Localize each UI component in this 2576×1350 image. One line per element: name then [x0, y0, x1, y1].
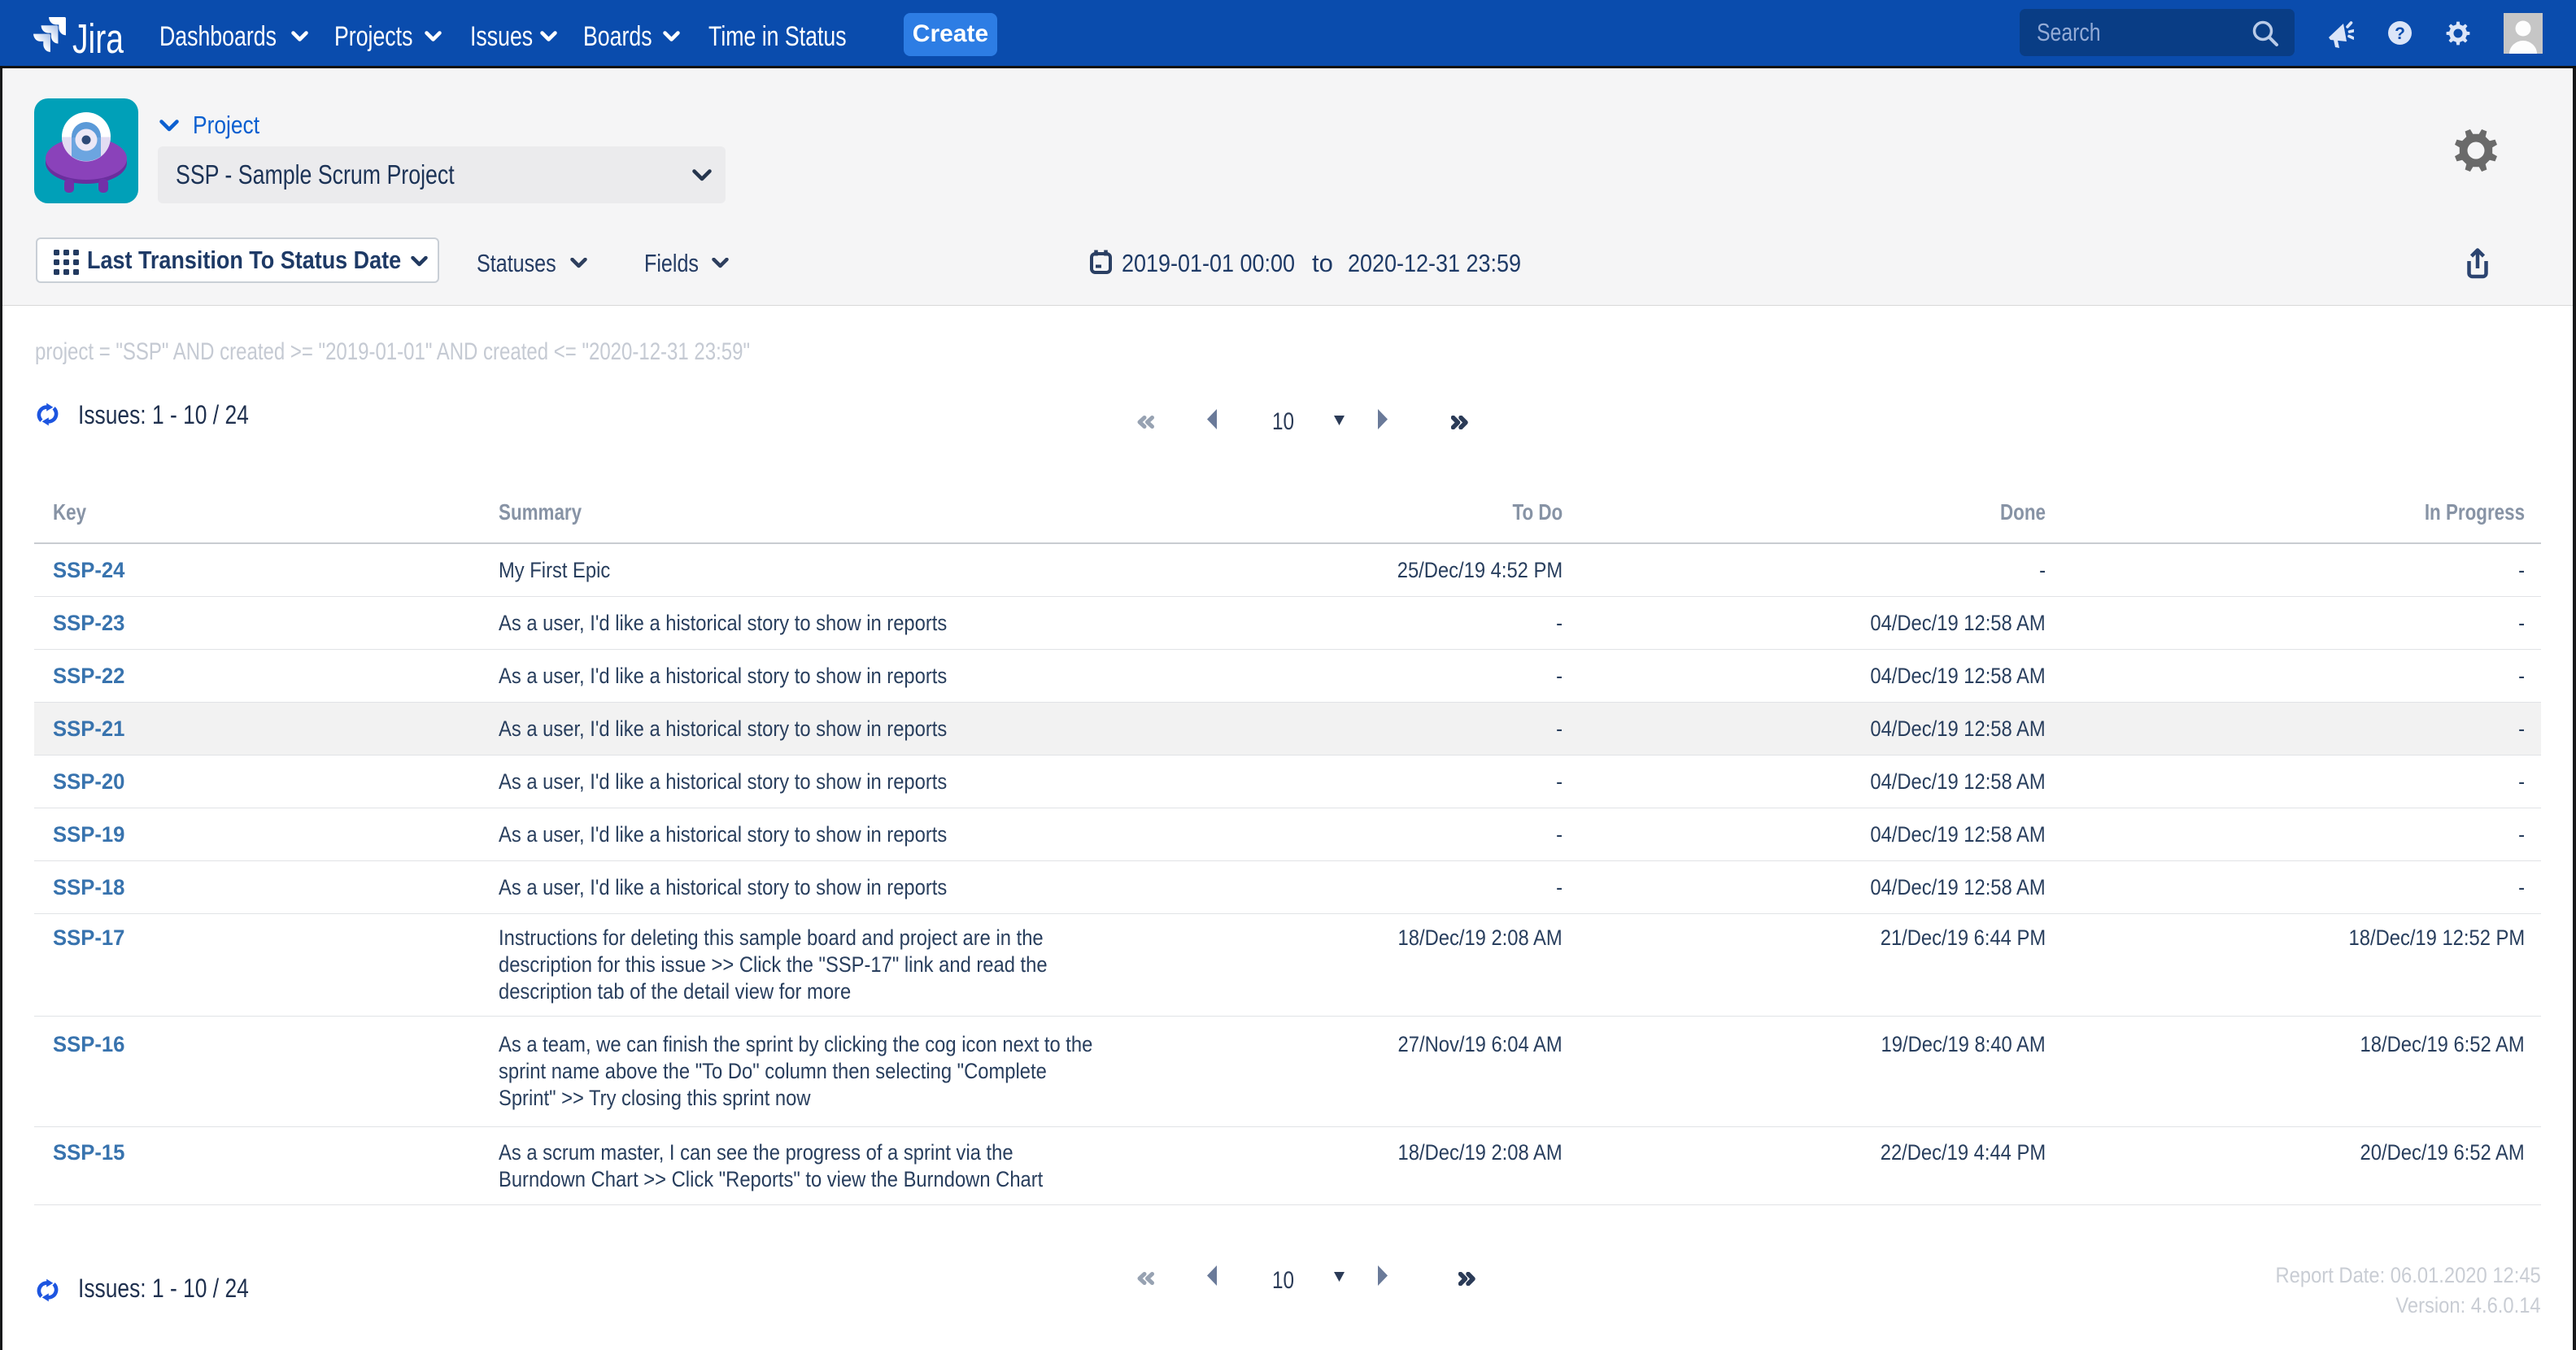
svg-text:?: ? [2395, 24, 2405, 43]
